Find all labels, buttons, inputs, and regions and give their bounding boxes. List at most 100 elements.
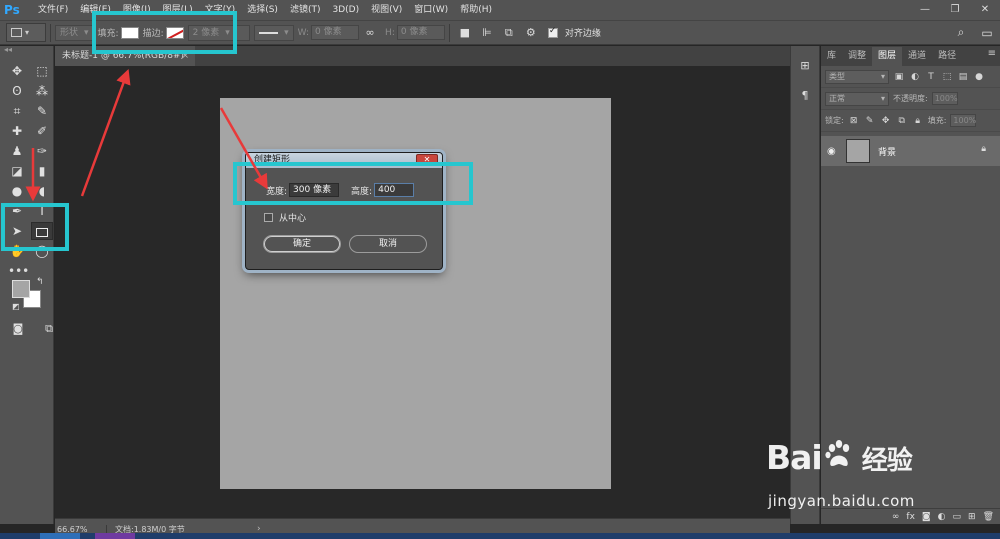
watermark-brand-a: Bai	[766, 438, 823, 477]
from-center-label: 从中心	[279, 214, 307, 224]
blend-row: 正常 ▾ 不透明度: 100%	[821, 88, 1000, 110]
lock-artboard-icon[interactable]: ⧉	[896, 116, 908, 126]
marquee-tool-icon[interactable]: ⬚	[31, 62, 53, 80]
panel-grip[interactable]: ◂◂	[0, 46, 53, 56]
align-edges-checkbox[interactable]	[547, 26, 558, 38]
smart-object-filter-icon[interactable]: ▤	[957, 72, 969, 82]
fill-label: 填充:	[927, 116, 947, 125]
chevron-down-icon: ▾	[880, 71, 885, 81]
type-filter-icon[interactable]: T	[925, 72, 937, 82]
foreground-color-swatch[interactable]	[12, 280, 30, 298]
lock-transparency-icon[interactable]: ⊠	[848, 116, 860, 126]
history-brush-tool-icon[interactable]: ✑	[31, 142, 53, 160]
crop-tool-icon[interactable]: ⌗	[6, 102, 28, 120]
pixel-filter-icon[interactable]: ▣	[893, 72, 905, 82]
paw-logo-icon	[825, 440, 849, 466]
menu-view[interactable]: 视图(V)	[365, 0, 408, 20]
menu-file[interactable]: 文件(F)	[32, 0, 74, 20]
path-alignment-icon[interactable]: ⊫	[479, 25, 495, 41]
layer-thumbnail	[846, 139, 870, 163]
brush-tool-icon[interactable]: ✐	[31, 122, 53, 140]
blur-tool-icon[interactable]: ●	[6, 182, 28, 200]
lock-label: 锁定:	[825, 116, 844, 125]
opacity-label: 不透明度:	[893, 94, 928, 103]
tab-layers[interactable]: 图层	[872, 47, 903, 66]
trash-icon[interactable]: 🗑︎	[983, 512, 994, 522]
taskbar-item[interactable]	[95, 533, 135, 539]
history-panel-icon[interactable]: ⊞	[794, 56, 816, 76]
highlight-box-dimensions	[233, 162, 473, 205]
height-input[interactable]: 0 像素	[396, 25, 445, 40]
move-tool-icon[interactable]: ✥	[6, 62, 28, 80]
width-label: W:	[297, 27, 310, 38]
close-window-button[interactable]: ✕	[970, 0, 1000, 20]
tool-mode-value: 形状	[60, 27, 79, 38]
visibility-eye-icon[interactable]: ◉	[827, 146, 843, 157]
chevron-down-icon: ▾	[25, 28, 30, 37]
path-operations-icon[interactable]: ■	[457, 25, 473, 41]
photoshop-logo: Ps	[4, 3, 20, 17]
stroke-type-select[interactable]: ▾	[253, 24, 294, 41]
fill-field[interactable]: 100%	[950, 114, 977, 127]
layer-row[interactable]: ◉ 背景 🔒︎	[821, 136, 1000, 166]
minimize-button[interactable]: —	[910, 0, 940, 20]
opacity-field[interactable]: 100%	[931, 92, 958, 105]
filter-toggle-icon[interactable]: ●	[973, 72, 985, 82]
ok-button[interactable]: 确定	[263, 235, 341, 253]
magic-wand-tool-icon[interactable]: ⁂	[31, 82, 53, 100]
taskbar	[0, 533, 1000, 539]
lock-position-icon[interactable]: ✥	[880, 116, 892, 126]
quick-mask-icon[interactable]: ◙	[7, 320, 29, 338]
from-center-checkbox[interactable]	[264, 213, 273, 222]
lock-image-icon[interactable]: ✎	[864, 116, 876, 126]
properties-panel-icon[interactable]: ¶	[794, 86, 816, 106]
lasso-tool-icon[interactable]: ʘ	[6, 82, 28, 100]
menu-3d[interactable]: 3D(D)	[326, 0, 365, 20]
tab-channels[interactable]: 通道	[902, 47, 932, 66]
more-tools-icon[interactable]: •••	[0, 264, 53, 278]
lock-all-icon[interactable]: 🔒︎	[912, 116, 924, 126]
gradient-tool-icon[interactable]: ▮	[31, 162, 53, 180]
healing-brush-tool-icon[interactable]: ✚	[6, 122, 28, 140]
mode-row: ◙ ⧉	[7, 320, 60, 338]
tool-mode-select[interactable]: 形状 ▾	[55, 24, 94, 41]
divider	[50, 23, 51, 42]
taskbar-item[interactable]	[40, 533, 80, 539]
panel-menu-icon[interactable]: ≡	[988, 48, 996, 59]
highlight-box-tool	[1, 203, 69, 251]
align-edges-label: 对齐边缘	[564, 29, 601, 39]
highlight-box-options	[92, 11, 237, 54]
gear-icon[interactable]: ⚙	[523, 25, 539, 41]
link-icon[interactable]: ∞	[362, 25, 378, 41]
menu-window[interactable]: 窗口(W)	[408, 0, 454, 20]
default-colors-icon[interactable]: ◩	[12, 302, 20, 311]
adjustment-filter-icon[interactable]: ◐	[909, 72, 921, 82]
menu-select[interactable]: 选择(S)	[241, 0, 284, 20]
search-icon[interactable]: ⌕	[948, 25, 974, 40]
path-arrangement-icon[interactable]: ⧉	[501, 25, 517, 41]
cancel-button[interactable]: 取消	[349, 235, 427, 253]
eyedropper-tool-icon[interactable]: ✎	[31, 102, 53, 120]
panel-tabs: 库 调整 图层 通道 路径 ≡	[821, 46, 1000, 66]
width-input[interactable]: 0 像素	[311, 25, 360, 40]
from-center-row: 从中心	[264, 211, 306, 224]
menu-filter[interactable]: 滤镜(T)	[284, 0, 327, 20]
window-controls: — ❐ ✕	[910, 0, 1000, 20]
layer-name: 背景	[878, 147, 897, 158]
eraser-tool-icon[interactable]: ◪	[6, 162, 28, 180]
dodge-tool-icon[interactable]: ◖	[31, 182, 53, 200]
workspace-icon[interactable]: ▭	[974, 26, 1000, 40]
tool-preset-picker[interactable]: ▾	[6, 23, 46, 42]
watermark-brand-b: 经验	[861, 446, 913, 476]
clone-stamp-tool-icon[interactable]: ♟	[6, 142, 28, 160]
restore-button[interactable]: ❐	[940, 0, 970, 20]
baidu-jingyan-watermark: Bai 经验 jingyan.baidu.com	[760, 430, 970, 520]
shape-filter-icon[interactable]: ⬚	[941, 72, 953, 82]
layer-filter-select[interactable]: 类型 ▾	[825, 69, 889, 84]
tab-adjustments[interactable]: 调整	[842, 47, 872, 66]
swap-colors-icon[interactable]: ↰	[36, 277, 44, 287]
blend-mode-select[interactable]: 正常 ▾	[825, 91, 889, 106]
tab-libraries[interactable]: 库	[821, 47, 842, 66]
tab-paths[interactable]: 路径	[932, 47, 962, 66]
menu-help[interactable]: 帮助(H)	[454, 0, 498, 20]
